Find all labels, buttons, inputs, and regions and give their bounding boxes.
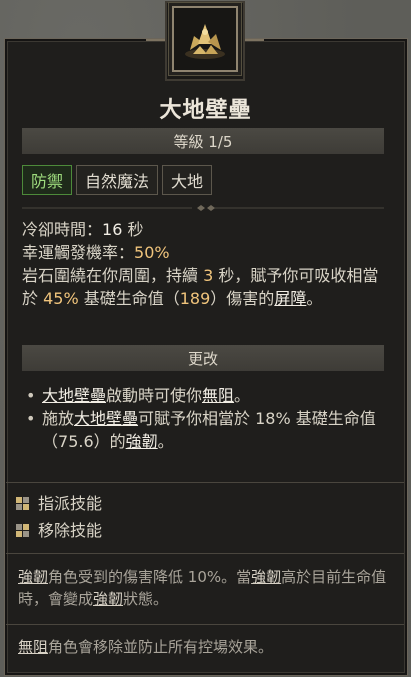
glossary-fortify: 強韌角色受到的傷害降低 10%。當強韌高於目前生命值時，會變成強韌狀態。 <box>6 566 404 610</box>
section-divider <box>22 205 384 211</box>
glossary-unstoppable: 無阻角色會移除並防止所有控場效果。 <box>6 636 404 658</box>
tag-nature-magic: 自然魔法 <box>76 165 159 195</box>
fortify-keyword[interactable]: 強韌 <box>126 432 158 451</box>
unstoppable-keyword[interactable]: 無阻 <box>202 386 234 405</box>
skill-rank: 等級 1/5 <box>22 128 384 154</box>
modification-item: • 施放大地壁壘可賦予你相當於 18% 基礎生命值（75.6）的強韌。 <box>26 407 386 453</box>
lucky-hit-value: 50% <box>134 243 170 262</box>
cooldown-label: 冷卻時間： <box>22 220 103 239</box>
modifications-header: 更改 <box>22 345 384 371</box>
skill-actions: 指派技能 移除技能 <box>16 490 102 544</box>
bullet-2-skill[interactable]: 大地壁壘 <box>74 409 138 428</box>
tag-earth: 大地 <box>162 165 213 195</box>
fortify-term-2[interactable]: 強韌 <box>251 568 281 586</box>
bullet-2-text-c: 可賦予你相當於 <box>138 409 256 428</box>
bullet-2-value: 75.6 <box>58 432 94 451</box>
bullet-1-skill[interactable]: 大地壁壘 <box>42 386 106 405</box>
controller-button-icon <box>16 496 30 511</box>
earthen-bulwark-icon <box>172 6 238 72</box>
lucky-hit-label: 幸運觸發機率： <box>22 243 135 262</box>
assign-skill-label: 指派技能 <box>38 494 103 513</box>
tag-defensive: 防禦 <box>22 165 73 195</box>
skill-description: 岩石圍繞在你周圍，持續 3 秒，賦予你可吸收相當於 45% 基礎生命值（189）… <box>22 264 392 310</box>
desc-text-4: ）傷害的 <box>210 289 275 308</box>
desc-duration: 3 <box>203 266 214 285</box>
bullet-2-text-a: 施放 <box>42 409 75 428</box>
bullet-icon: • <box>26 386 36 405</box>
desc-percent: 45% <box>43 289 79 308</box>
modifications-list: • 大地壁壘啟動時可使你無阻。 • 施放大地壁壘可賦予你相當於 18% 基礎生命… <box>26 384 386 453</box>
divider-line <box>6 482 404 483</box>
barrier-keyword[interactable]: 屏障 <box>274 289 306 308</box>
modification-item: • 大地壁壘啟動時可使你無阻。 <box>26 384 386 407</box>
bullet-icon: • <box>26 409 36 428</box>
bullet-1-text: 啟動時可使你 <box>106 386 203 405</box>
cooldown-value: 16 <box>102 220 123 239</box>
remove-skill-button[interactable]: 移除技能 <box>16 517 102 544</box>
bullet-2-percent: 18% <box>255 409 291 428</box>
divider-line <box>6 624 404 625</box>
desc-text-1: 岩石圍繞在你周圍，持續 <box>22 266 204 285</box>
bullet-2-end: 。 <box>157 432 174 451</box>
skill-tags: 防禦 自然魔法 大地 <box>22 165 213 195</box>
lucky-hit-line: 幸運觸發機率：50% <box>22 241 392 264</box>
desc-text-5: 。 <box>306 289 323 308</box>
bullet-2-text-g: ）的 <box>93 432 126 451</box>
skill-stats: 冷卻時間：16 秒 幸運觸發機率：50% 岩石圍繞在你周圍，持續 3 秒，賦予你… <box>22 218 392 310</box>
unstoppable-text: 角色會移除並防止所有控場效果。 <box>48 638 274 656</box>
cooldown-unit: 秒 <box>122 220 144 239</box>
fortify-text-3: 狀態。 <box>123 590 169 608</box>
cooldown-line: 冷卻時間：16 秒 <box>22 218 392 241</box>
unstoppable-term[interactable]: 無阻 <box>18 638 48 656</box>
fortify-text-1: 角色受到的傷害降低 10%。當 <box>48 568 252 586</box>
fortify-term[interactable]: 強韌 <box>18 568 48 586</box>
controller-button-icon <box>16 523 30 538</box>
bullet-1-end: 。 <box>234 386 251 405</box>
assign-skill-button[interactable]: 指派技能 <box>16 490 102 517</box>
fortify-term-3[interactable]: 強韌 <box>93 590 123 608</box>
remove-skill-label: 移除技能 <box>38 521 103 540</box>
desc-text-3: 基礎生命值（ <box>78 289 180 308</box>
divider-line <box>6 553 404 554</box>
desc-value: 189 <box>179 289 211 308</box>
skill-name: 大地壁壘 <box>159 98 252 123</box>
